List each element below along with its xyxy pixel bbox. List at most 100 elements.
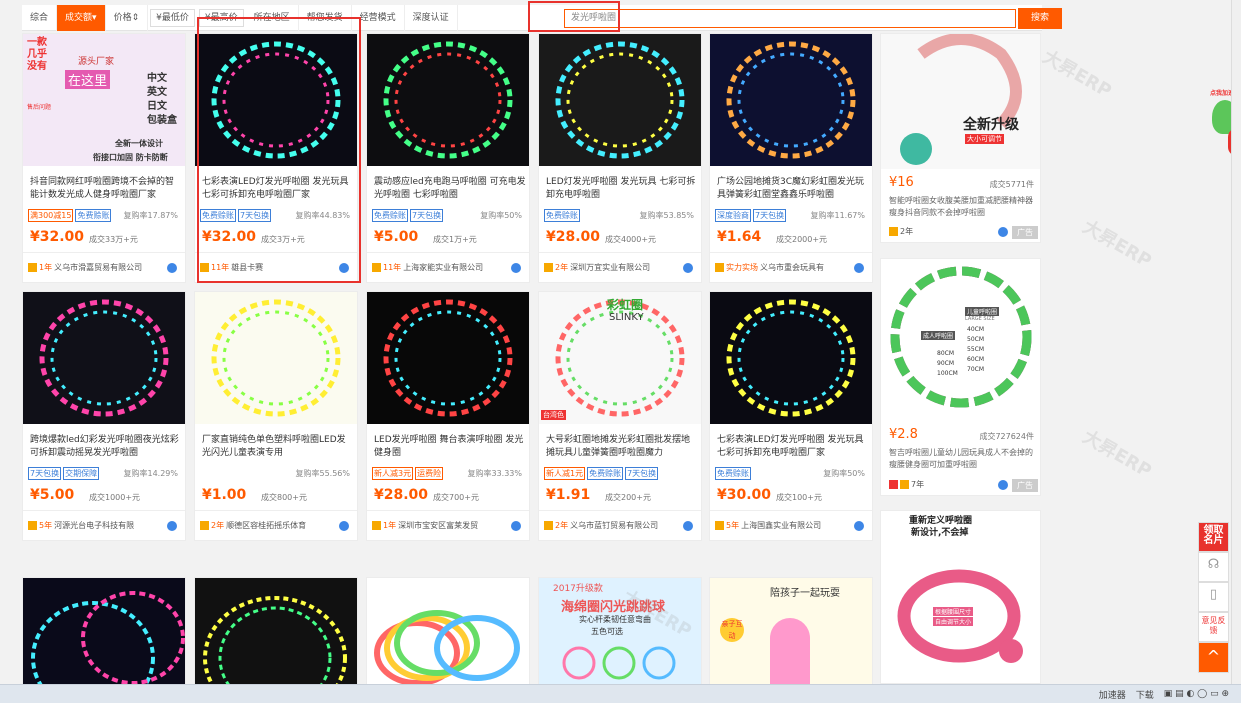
shop-info[interactable]: 1年 深圳市宝安区富莱发贸	[372, 520, 522, 531]
product-image[interactable]	[539, 34, 701, 166]
get-card-button[interactable]: 领取名片	[1198, 522, 1229, 552]
shop-name[interactable]: 深圳市宝安区富莱发贸	[398, 520, 478, 531]
divider	[710, 510, 872, 511]
vertical-scrollbar[interactable]	[1231, 0, 1241, 684]
chat-icon[interactable]	[339, 521, 349, 531]
product-title[interactable]: 震动感应led充电跑马呼啦圈 可充电发光呼啦圈 七彩呼啦圈	[374, 176, 526, 202]
product-title[interactable]: 七彩表演LED灯发光呼啦圈 发光玩具七彩可拆卸充电呼啦圈厂家	[202, 176, 354, 202]
product-title[interactable]: LED灯发光呼啦圈 发光玩具 七彩可拆卸充电呼啦圈	[546, 176, 698, 202]
chat-icon[interactable]	[511, 521, 521, 531]
caption: 台湾色	[541, 410, 566, 420]
product-card-partial[interactable]: 2017升级款 海绵圈闪光跳跳球 实心杆柔韧任意弯曲 五色可选	[538, 577, 702, 687]
tab-price[interactable]: 价格⇕	[106, 4, 149, 31]
product-card[interactable]: 跨境爆款led幻彩发光呼啦圈夜光炫彩可拆卸震动摇晃发光呼啦圈 7天包换 交期保障 …	[22, 291, 186, 541]
shop-name[interactable]: 义乌市滑嘉贸易有限公司	[54, 262, 142, 273]
product-card[interactable]: LED发光呼啦圈 舞台表演呼啦圈 发光健身圈 新人减3元 运费险 复购率33.33…	[366, 291, 530, 541]
shop-name[interactable]: 上海家能实业有限公司	[403, 262, 483, 273]
shop-info[interactable]: 实力实场 义乌市重会玩具有	[715, 262, 865, 273]
hoop-image	[726, 299, 856, 417]
shop-info[interactable]: 1年 义乌市滑嘉贸易有限公司	[28, 262, 178, 273]
product-card[interactable]: 七彩表演LED灯发光呼啦圈 发光玩具七彩可拆卸充电呼啦圈厂家 免费赊账 7天包换 …	[194, 33, 358, 283]
product-card[interactable]: 一款几乎没有 售后问题 源头厂家 在这里 中文 英文 日文 包装盒 全新一体设计 衔接…	[22, 33, 186, 283]
shop-name[interactable]: 深圳万宜实业有限公司	[570, 262, 650, 273]
tab-sales[interactable]: 成交额▾	[57, 4, 106, 31]
chat-icon[interactable]	[683, 521, 693, 531]
product-card[interactable]: LED灯发光呼啦圈 发光玩具 七彩可拆卸充电呼啦圈 免费赊账 复购率53.85%…	[538, 33, 702, 283]
product-image[interactable]	[367, 292, 529, 424]
shop-name[interactable]: 顺德区容桂拓摇乐体育	[226, 520, 306, 531]
tab-comprehensive[interactable]: 综合	[22, 4, 58, 31]
shop-info[interactable]: 5年 河源光台电子科技有限	[28, 520, 178, 531]
shop-info[interactable]: 11年 上海家能实业有限公司	[372, 262, 522, 273]
product-title[interactable]: 抖音同款网红呼啦圈跨境不会掉的智能计数发光成人健身呼啦圈厂家	[30, 176, 182, 202]
chat-icon[interactable]	[511, 263, 521, 273]
product-card[interactable]: 广场公园地摊货3C魔幻彩虹圈发光玩具弹簧彩虹圈堂鑫鑫乐呼啦圈 深度验商 7天包换 …	[709, 33, 873, 283]
ad-card[interactable]: 全新升级 大小可调节 ¥16 成交5771件 智能呼啦圈女收腹美腰加重减肥腰精神…	[880, 33, 1041, 243]
product-card[interactable]: 震动感应led充电跑马呼啦圈 可充电发光呼啦圈 七彩呼啦圈 免费赊账 7天包换 复…	[366, 33, 530, 283]
product-title[interactable]: 七彩表演LED灯发光呼啦圈 发光玩具七彩可拆卸充电呼啦圈厂家	[717, 434, 869, 460]
product-card[interactable]: 七彩表演LED灯发光呼啦圈 发光玩具七彩可拆卸充电呼啦圈厂家 免费赊账 复购率5…	[709, 291, 873, 541]
watermark: 大昇ERP	[1079, 216, 1155, 273]
chat-icon[interactable]	[167, 521, 177, 531]
product-image[interactable]	[195, 34, 357, 166]
shop-name[interactable]: 河源光台电子科技有限	[54, 520, 134, 531]
chat-icon[interactable]	[998, 227, 1008, 237]
product-title[interactable]: 广场公园地摊货3C魔幻彩虹圈发光玩具弹簧彩虹圈堂鑫鑫乐呼啦圈	[717, 176, 869, 202]
headset-icon[interactable]: ☊	[1198, 552, 1229, 582]
product-title[interactable]: 厂家直销纯色单色塑料呼啦圈LED发光闪光儿童表演专用	[202, 434, 354, 460]
product-title[interactable]: 跨境爆款led幻彩发光呼啦圈夜光炫彩可拆卸震动摇晃发光呼啦圈	[30, 434, 182, 460]
product-image[interactable]: 彩虹圈 SLINKY 台湾色	[539, 292, 701, 424]
shop-name[interactable]: 上海国鑫实业有限公司	[741, 520, 821, 531]
chat-icon[interactable]	[167, 263, 177, 273]
product-image[interactable]	[195, 292, 357, 424]
feedback-button[interactable]: 意见反馈	[1198, 612, 1229, 642]
product-image[interactable]	[367, 34, 529, 166]
product-card-partial[interactable]	[194, 577, 358, 687]
accelerator-button[interactable]: 加速器	[1099, 688, 1126, 701]
chat-icon[interactable]	[683, 263, 693, 273]
ad-card[interactable]: 重新定义呼啦圈 新设计,不会掉 根据腰围尺寸 自由调节大小	[880, 510, 1041, 684]
chat-icon[interactable]	[854, 263, 864, 273]
search-button[interactable]: 搜索	[1018, 8, 1062, 29]
chat-icon[interactable]	[998, 480, 1008, 490]
shop-info[interactable]: 11年 雄县卡赛	[200, 262, 350, 273]
product-card[interactable]: 厂家直销纯色单色塑料呼啦圈LED发光闪光儿童表演专用 复购率55.56% ¥1.…	[194, 291, 358, 541]
chat-icon[interactable]	[339, 263, 349, 273]
price-max-input[interactable]: ¥最高价	[198, 8, 244, 27]
child-figure	[770, 618, 810, 686]
ad-title[interactable]: 智吉呼啦圈儿童幼儿园玩具成人不会掉的瘦腰健身圈可加重呼啦圈	[889, 447, 1035, 471]
product-card-partial[interactable]	[22, 577, 186, 687]
product-image[interactable]	[710, 292, 872, 424]
download-button[interactable]: 下载	[1136, 688, 1154, 701]
price-min-input[interactable]: ¥最低价	[150, 8, 195, 27]
service-tag: 7天包换	[238, 209, 272, 222]
product-title[interactable]: LED发光呼啦圈 舞台表演呼啦圈 发光健身圈	[374, 434, 526, 460]
shop-info[interactable]: 2年 义乌市蓝钉贸易有限公司	[544, 520, 694, 531]
filter-certification[interactable]: 深度认证	[405, 4, 458, 31]
shop-name[interactable]: 义乌市重会玩具有	[760, 262, 824, 273]
ad-caption: 根据腰围尺寸	[933, 607, 974, 616]
product-card[interactable]: 彩虹圈 SLINKY 台湾色 大号彩虹圈地摊发光彩虹圈批发摆地摊玩具儿童弹簧圈呼…	[538, 291, 702, 541]
product-image[interactable]	[710, 34, 872, 166]
product-title[interactable]: 大号彩虹圈地摊发光彩虹圈批发摆地摊玩具儿童弹簧圈呼啦圈魔力	[546, 434, 698, 460]
ad-badge: 亲子互动	[720, 618, 744, 642]
product-image[interactable]	[23, 292, 185, 424]
product-image[interactable]: 一款几乎没有 售后问题 源头厂家 在这里 中文 英文 日文 包装盒 全新一体设计 衔接…	[23, 34, 185, 166]
chat-icon[interactable]	[854, 521, 864, 531]
service-tag: 交期保障	[63, 467, 100, 480]
shop-info[interactable]: 5年 上海国鑫实业有限公司	[715, 520, 865, 531]
product-card-partial[interactable]	[366, 577, 530, 687]
filter-shipping[interactable]: 帮您发货	[299, 4, 352, 31]
filter-region[interactable]: 所在地区	[246, 4, 299, 31]
ad-card[interactable]: 儿童呼啦圈 LARGE SIZE 成人呼啦圈 40CM 50CM 55CM 60…	[880, 258, 1041, 496]
shop-info[interactable]: 2年 顺德区容桂拓摇乐体育	[200, 520, 350, 531]
ad-title[interactable]: 智能呼啦圈女收腹美腰加重减肥腰精神器瘦身抖音同款不会掉呼啦圈	[889, 195, 1035, 219]
shop-name[interactable]: 雄县卡赛	[231, 262, 263, 273]
notes-icon[interactable]: ▯	[1198, 582, 1229, 612]
shop-name[interactable]: 义乌市蓝钉贸易有限公司	[570, 520, 658, 531]
search-input[interactable]: 发光呼啦圈	[564, 9, 1016, 28]
product-card-partial[interactable]: 陪孩子一起玩耍 亲子互动	[709, 577, 873, 687]
back-to-top-button[interactable]: ^	[1198, 642, 1229, 673]
shop-info[interactable]: 2年 深圳万宜实业有限公司	[544, 262, 694, 273]
filter-business-mode[interactable]: 经营模式	[352, 4, 405, 31]
